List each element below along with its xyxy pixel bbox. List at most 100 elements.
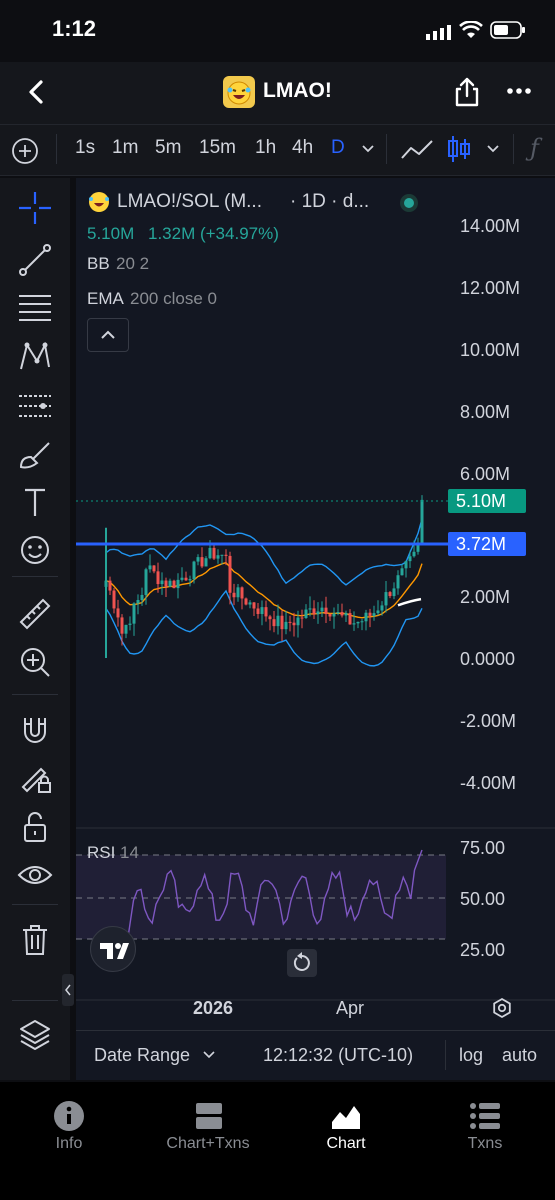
candle-body: [268, 616, 272, 620]
chart-type-button[interactable]: [446, 133, 472, 165]
tool-ruler[interactable]: [12, 594, 58, 634]
tool-text[interactable]: [12, 482, 58, 522]
tool-prediction[interactable]: [12, 386, 58, 426]
tool-brush[interactable]: [12, 435, 58, 475]
share-button[interactable]: [452, 76, 482, 108]
candle-body: [136, 600, 140, 604]
timeframe-d[interactable]: D: [331, 137, 345, 159]
laughing-emoji-icon: [87, 190, 111, 214]
candle-body: [324, 607, 328, 615]
legend-symbol[interactable]: LMAO!/SOL (M...: [117, 191, 262, 213]
price-axis-label: 6.00M: [460, 464, 511, 484]
date-range-button[interactable]: Date Range: [94, 1045, 190, 1066]
more-button[interactable]: [505, 86, 533, 98]
tool-emoji[interactable]: [12, 530, 58, 570]
candle-body: [364, 612, 368, 622]
back-button[interactable]: [22, 78, 50, 106]
reset-chart-button[interactable]: [287, 949, 317, 977]
price-axis-label: 14.00M: [460, 216, 521, 236]
tool-crosshair[interactable]: [12, 188, 58, 228]
share-icon: [455, 77, 479, 107]
candle-body: [308, 608, 312, 610]
tool-eye[interactable]: [12, 855, 58, 895]
tool-pattern[interactable]: [12, 337, 58, 377]
legend-last-value: 5.10M: [87, 224, 135, 243]
candlestick-icon: [448, 136, 470, 162]
collapse-toolbar-button[interactable]: [62, 974, 74, 1006]
timeframe-4h[interactable]: 4h: [292, 137, 313, 159]
reset-icon: [293, 952, 310, 971]
candle-body: [368, 612, 372, 616]
candle-body: [288, 621, 292, 623]
line-chart-button[interactable]: [400, 136, 434, 164]
indicators-button[interactable]: ƒ: [530, 134, 539, 162]
tool-layers[interactable]: [12, 1015, 58, 1055]
tool-lock-draw[interactable]: [12, 757, 58, 797]
tool-lock[interactable]: [12, 807, 58, 847]
laughing-emoji-icon: [223, 76, 255, 108]
add-symbol-button[interactable]: [11, 137, 39, 165]
timeframe-1s[interactable]: 1s: [75, 137, 95, 159]
ema-indicator-params: 200 close 0: [130, 289, 217, 308]
candle-body: [336, 612, 340, 614]
candle-body: [384, 592, 388, 606]
wifi-icon: [459, 21, 483, 39]
legend-change: 1.32M (+34.97%): [148, 224, 279, 243]
candle-body: [396, 575, 400, 589]
timezone-clock[interactable]: 12:12:32 (UTC-10): [263, 1045, 413, 1066]
rsi-indicator-period: 14: [120, 843, 139, 862]
candle-body: [420, 499, 424, 543]
candle-body: [292, 622, 296, 626]
log-scale-toggle[interactable]: log: [459, 1045, 483, 1066]
more-icon: [507, 88, 531, 94]
price-axis-label: 10.00M: [460, 340, 521, 360]
tool-horizontal-lines[interactable]: [12, 288, 58, 328]
candle-body: [256, 608, 260, 614]
price-axis-label: 8.00M: [460, 402, 511, 422]
chart-type-dropdown-button[interactable]: [485, 143, 501, 155]
legend-interval: · 1D · d...: [290, 191, 370, 212]
tradingview-logo[interactable]: [90, 926, 136, 972]
prediction-icon: [19, 395, 51, 417]
candle-body: [128, 623, 132, 625]
candle-body: [208, 547, 212, 559]
page-title: LMAO!: [263, 79, 332, 102]
ema-indicator-label[interactable]: EMA: [87, 289, 124, 309]
timeframe-5m[interactable]: 5m: [155, 137, 181, 159]
chevron-down-icon: [362, 145, 374, 153]
bollinger-upper-band: [105, 518, 423, 586]
bb-indicator-label[interactable]: BB: [87, 254, 110, 274]
time-axis-label-2026: 2026: [193, 998, 234, 1018]
candle-body: [412, 551, 416, 557]
candle-body: [116, 608, 120, 618]
candle-body: [260, 607, 264, 614]
toolbar-divider: [513, 134, 514, 164]
market-status-indicator: [400, 194, 418, 212]
pattern-icon: [20, 341, 50, 370]
tab-chart-txns-label: Chart+Txns: [166, 1135, 250, 1152]
timeframe-1h[interactable]: 1h: [255, 137, 276, 159]
candle-body: [316, 611, 320, 615]
tool-magnet[interactable]: [12, 710, 58, 750]
auto-scale-toggle[interactable]: auto: [502, 1045, 537, 1066]
function-icon: ƒ: [530, 134, 539, 162]
eye-icon: [17, 866, 53, 884]
candle-body: [184, 577, 188, 581]
emoji-icon: [21, 536, 49, 564]
chart-settings-button[interactable]: [490, 996, 514, 1020]
timeframe-15m[interactable]: 15m: [199, 137, 236, 159]
candle-body: [188, 579, 192, 581]
candle-body: [196, 557, 200, 562]
price-axis-label: 0.0000: [460, 649, 516, 669]
timeframe-dropdown-button[interactable]: [360, 143, 376, 155]
tool-trendline[interactable]: [12, 240, 58, 280]
tool-trash[interactable]: [12, 920, 58, 960]
collapse-legend-button[interactable]: [87, 318, 129, 352]
timeframe-1m[interactable]: 1m: [112, 137, 138, 159]
chevron-down-icon: [487, 145, 499, 153]
tab-info-label: Info: [55, 1135, 83, 1152]
trendline-icon: [19, 244, 51, 276]
rsi-indicator-label[interactable]: RSI: [87, 843, 115, 863]
tool-zoom-in[interactable]: [12, 642, 58, 682]
cellular-signal-icon: [426, 24, 454, 40]
